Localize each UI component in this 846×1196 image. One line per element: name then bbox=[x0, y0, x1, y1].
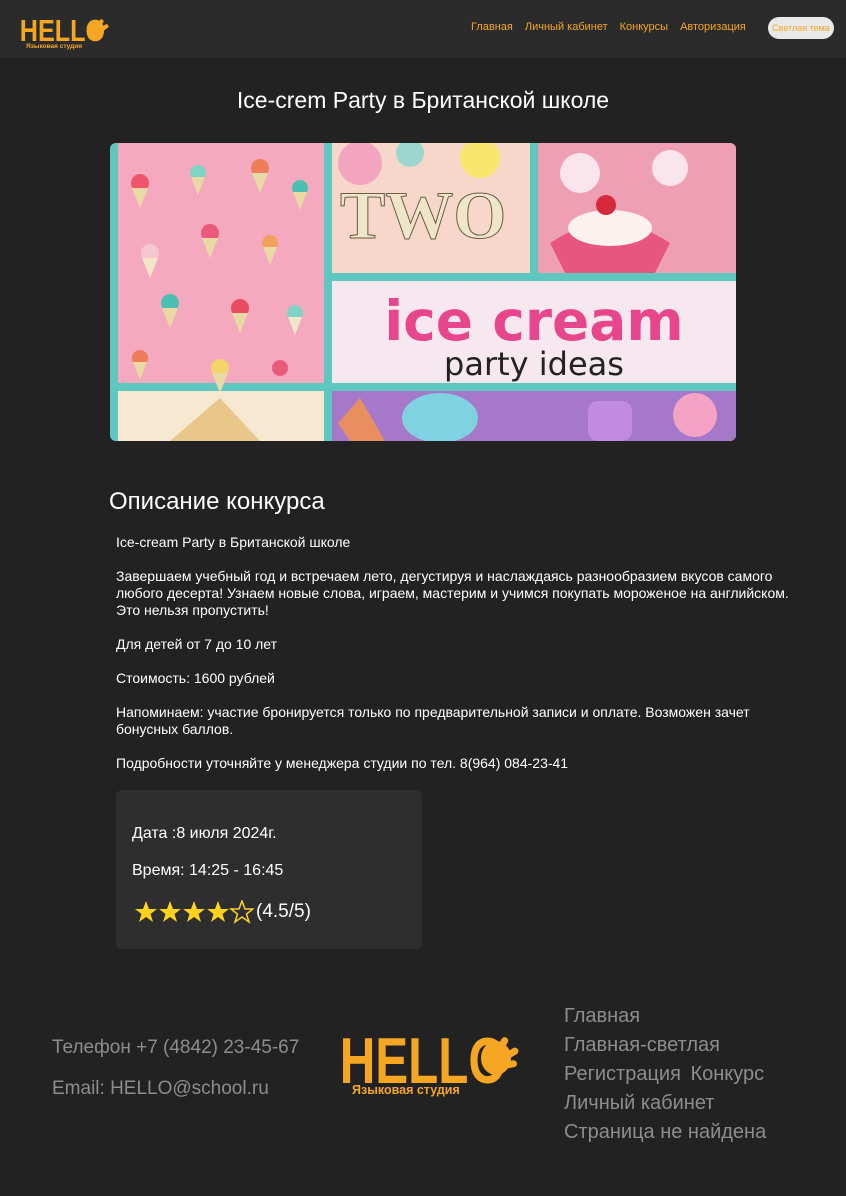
description-paragraph: Напоминаем: участие бронируется только п… bbox=[116, 704, 750, 737]
description-paragraph: Для детей от 7 до 10 лет bbox=[116, 636, 278, 652]
footer-logo[interactable]: HELLO Языковая студия bbox=[338, 1018, 520, 1100]
banner-subline: party ideas bbox=[444, 345, 624, 383]
description-paragraph: Завершаем учебный год и встречаем лето, … bbox=[116, 568, 789, 618]
event-date: Дата :8 июля 2024г. bbox=[132, 825, 277, 842]
banner-word: TWO bbox=[340, 177, 506, 253]
footer-link-not-found[interactable]: Страница не найдена bbox=[564, 1118, 766, 1147]
footer-link-registration[interactable]: Регистрация bbox=[564, 1063, 681, 1085]
page-title: Ice-crem Party в Британской школе bbox=[236, 87, 610, 113]
footer-nav: Главная Главная-светлая Регистрация Конк… bbox=[564, 1002, 766, 1147]
footer-email[interactable]: Email: HELLO@school.ru bbox=[52, 1078, 299, 1100]
half-star-icon bbox=[230, 900, 254, 923]
star-icon bbox=[159, 901, 181, 922]
event-banner: TWO ice cream party ideas bbox=[110, 143, 736, 441]
logo[interactable]: HELLO Языковая студия bbox=[18, 10, 110, 50]
rating-text: (4.5/5) bbox=[256, 901, 311, 922]
header: HELLO Языковая студия Главная Личный каб… bbox=[0, 0, 846, 58]
description-paragraph: Стоимость: 1600 рублей bbox=[116, 670, 275, 686]
rating: (4.5/5) bbox=[134, 900, 311, 924]
description-paragraph: Ice-cream Party в Британской школе bbox=[116, 534, 351, 550]
footer-link-main[interactable]: Главная bbox=[564, 1002, 766, 1031]
footer-logo-subtitle: Языковая студия bbox=[352, 1083, 460, 1097]
star-icon bbox=[183, 901, 205, 922]
top-nav: Главная Личный кабинет Конкурсы Авториза… bbox=[471, 21, 746, 33]
rating-stars bbox=[135, 900, 254, 923]
nav-auth[interactable]: Авторизация bbox=[680, 21, 746, 33]
star-icon bbox=[207, 901, 229, 922]
nav-main[interactable]: Главная bbox=[471, 21, 513, 33]
logo-subtitle: Языковая студия bbox=[26, 43, 82, 50]
footer-contacts: Телефон +7 (4842) 23-45-67 Email: HELLO@… bbox=[52, 1037, 299, 1119]
footer-link-main-light[interactable]: Главная-светлая bbox=[564, 1031, 766, 1060]
footer-link-contest[interactable]: Конкурс bbox=[690, 1063, 764, 1085]
event-time: Время: 14:25 - 16:45 bbox=[132, 862, 284, 879]
nav-contests[interactable]: Конкурсы bbox=[620, 21, 668, 33]
description-text: Ice-cream Party в Британской школе Завер… bbox=[116, 534, 806, 789]
banner-headline: ice cream bbox=[384, 289, 683, 353]
footer-link-cabinet[interactable]: Личный кабинет bbox=[564, 1089, 766, 1118]
section-title: Описание конкурса bbox=[109, 488, 325, 515]
event-info-card: Дата :8 июля 2024г. Время: 14:25 - 16:45… bbox=[116, 790, 422, 949]
nav-cabinet[interactable]: Личный кабинет bbox=[525, 21, 608, 33]
theme-toggle-button[interactable]: Светлая тема bbox=[768, 17, 834, 39]
footer-phone[interactable]: Телефон +7 (4842) 23-45-67 bbox=[52, 1037, 299, 1059]
footer-link-row: Регистрация Конкурс bbox=[564, 1060, 766, 1089]
star-icon bbox=[135, 901, 157, 922]
description-paragraph: Подробности уточняйте у менеджера студии… bbox=[116, 755, 569, 771]
